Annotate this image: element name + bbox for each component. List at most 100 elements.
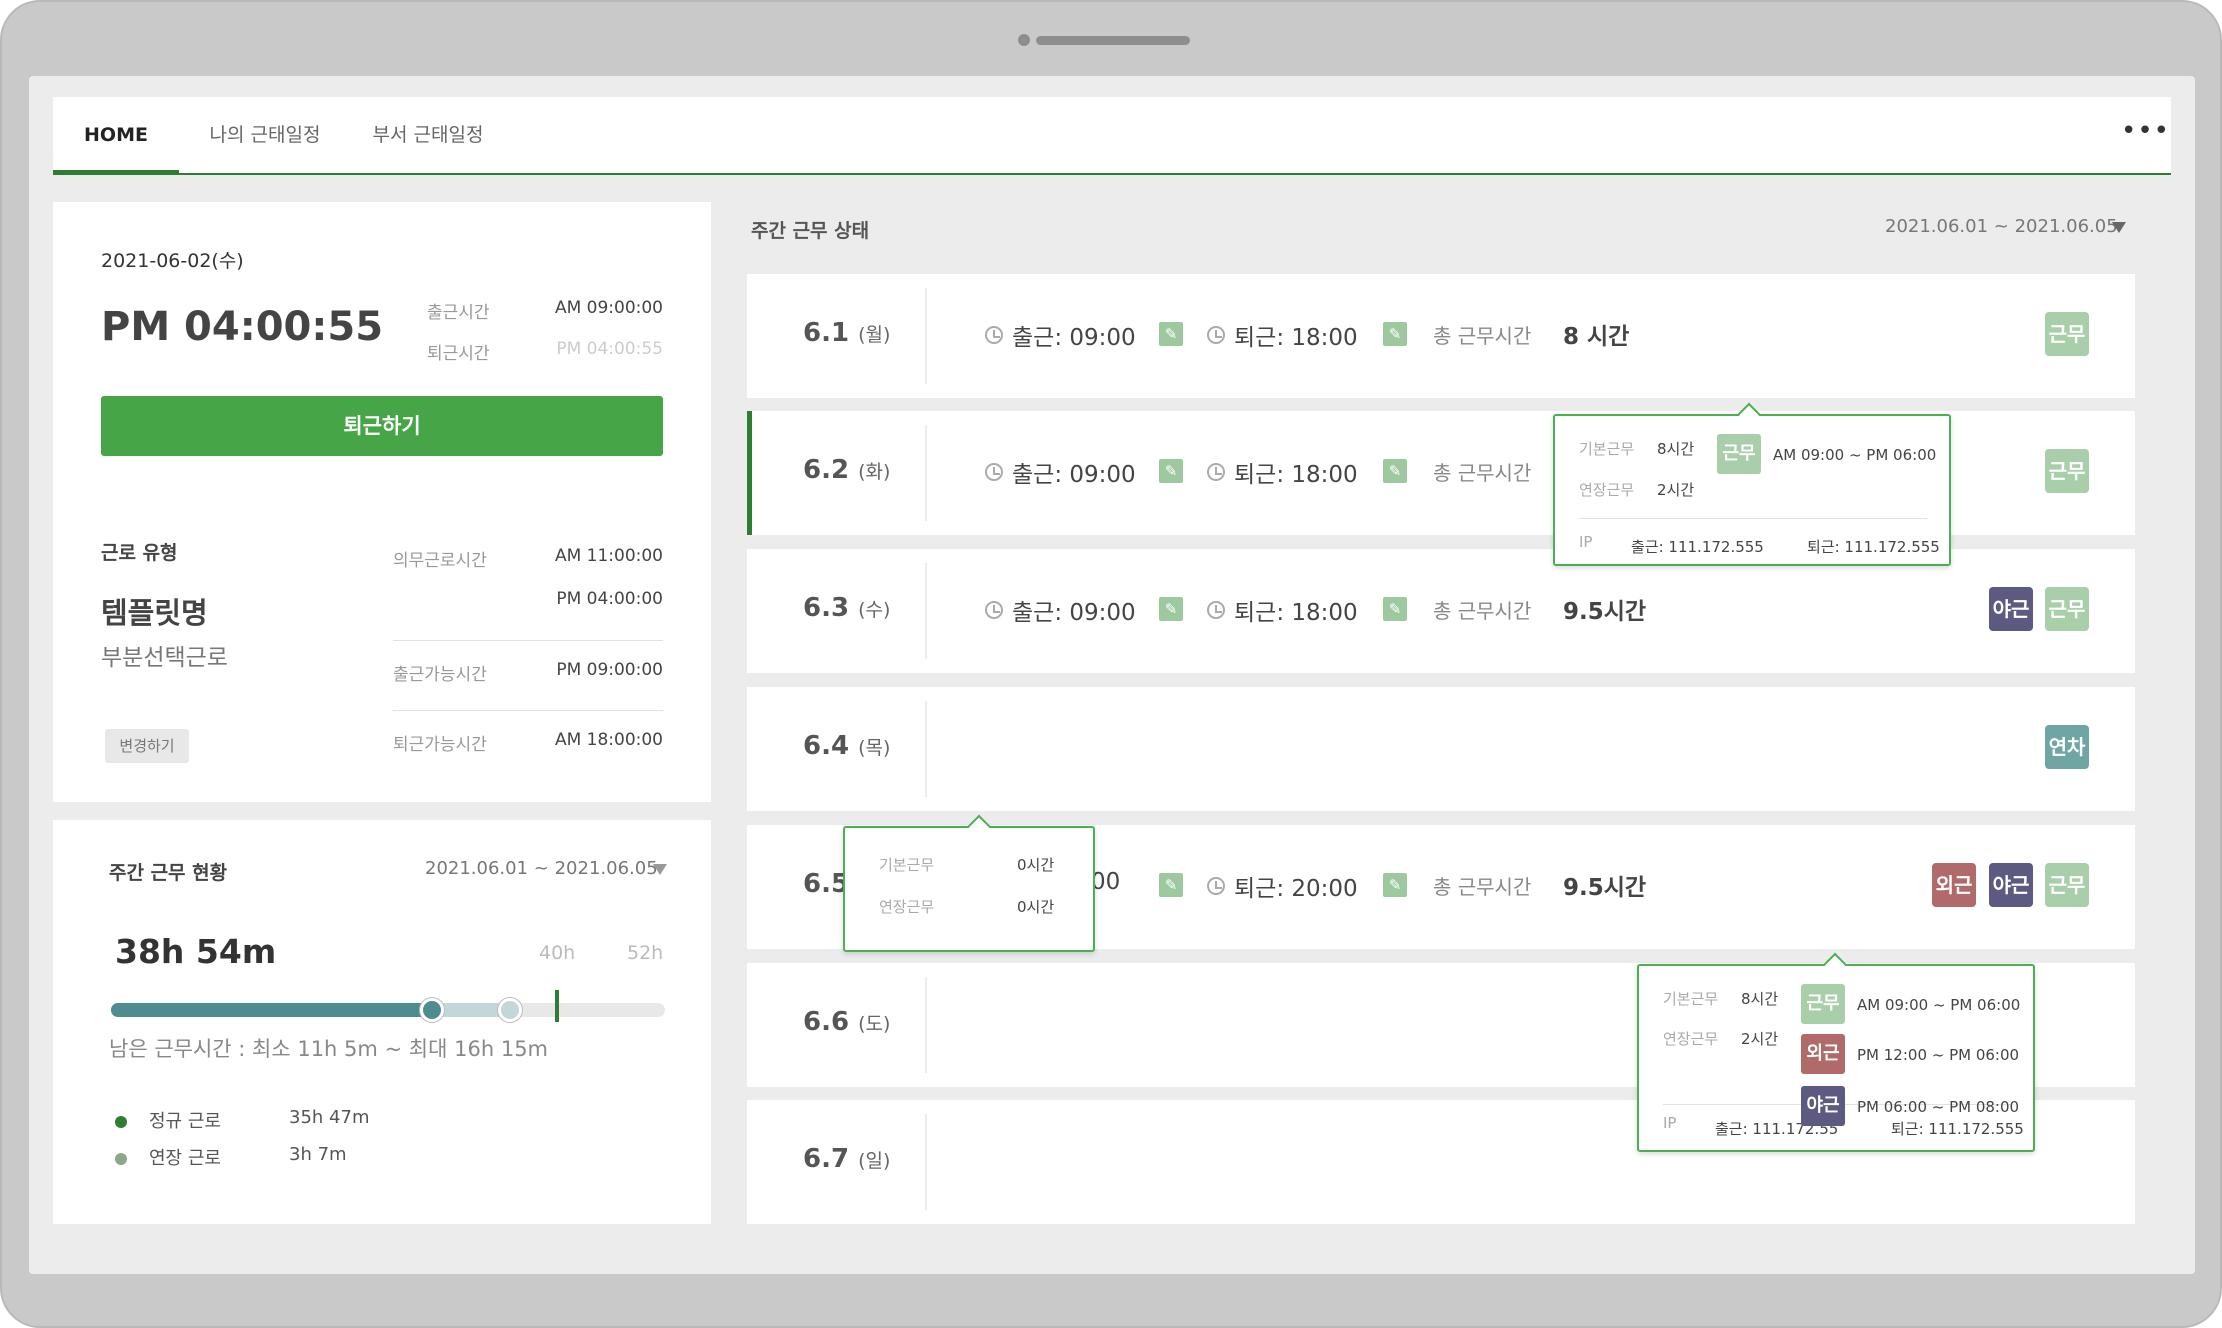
divider bbox=[925, 563, 927, 659]
total-hours-label: 총 근무시간 bbox=[1433, 599, 1532, 623]
weekly-state-title: 주간 근무 상태 bbox=[751, 220, 870, 242]
base-work-value: 8시간 bbox=[1741, 990, 1779, 1008]
checkout-time-label: 퇴근시간 bbox=[427, 344, 490, 364]
work-detail-popover: 기본근무 8시간 연장근무 2시간 근무 AM 09:00 ~ PM 06:00… bbox=[1637, 952, 2035, 1152]
change-button[interactable]: 변경하기 bbox=[105, 729, 189, 763]
weekly-hours-total: 38h 54m bbox=[115, 932, 277, 971]
night-time-range: PM 06:00 ~ PM 08:00 bbox=[1857, 1098, 2020, 1116]
checkin-text-partial: 00 bbox=[1091, 869, 1121, 895]
ip-label: IP bbox=[1579, 533, 1593, 551]
ip-checkout: 퇴근: 111.172.555 bbox=[1891, 1120, 2024, 1138]
checkout-text: 퇴근: 18:00 bbox=[1234, 462, 1358, 488]
caret-down-icon[interactable] bbox=[653, 864, 667, 875]
overtime-work-label: 연장 근로 bbox=[149, 1148, 221, 1169]
divider bbox=[925, 701, 927, 797]
mandatory-end: PM 04:00:00 bbox=[556, 589, 663, 609]
day-row[interactable]: 6.3 (수) 출근: 09:00 ✎ 퇴근: 18:00 ✎ 총 근무시간 9… bbox=[747, 549, 2135, 673]
day-date: 6.4 (목) bbox=[803, 731, 891, 761]
progress-knob-worked[interactable] bbox=[420, 998, 445, 1022]
hours-progress-bar bbox=[111, 1003, 665, 1017]
status-badge-work[interactable]: 근무 bbox=[2045, 863, 2089, 907]
extended-work-value: 0시간 bbox=[1017, 898, 1055, 916]
checkout-text: 퇴근: 20:00 bbox=[1234, 876, 1358, 902]
work-type-title: 근로 유형 bbox=[101, 542, 178, 564]
day-row[interactable]: 6.1 (월) 출근: 09:00 ✎ 퇴근: 18:00 ✎ 총 근무시간 8… bbox=[747, 274, 2135, 398]
edit-icon[interactable]: ✎ bbox=[1159, 597, 1183, 621]
total-hours-label: 총 근무시간 bbox=[1433, 875, 1532, 899]
total-hours-value: 9.5시간 bbox=[1563, 599, 1647, 625]
extended-work-value: 2시간 bbox=[1741, 1030, 1779, 1048]
clock-icon bbox=[985, 601, 1003, 619]
divider bbox=[393, 640, 663, 641]
status-badge-work[interactable]: 근무 bbox=[2045, 449, 2089, 493]
base-work-label: 기본근무 bbox=[879, 856, 935, 874]
tab-home[interactable]: HOME bbox=[53, 97, 179, 175]
ip-label: IP bbox=[1663, 1114, 1677, 1132]
divider bbox=[925, 288, 927, 384]
tab-dept-schedule[interactable]: 부서 근태일정 bbox=[358, 97, 498, 173]
work-summary-popover: 기본근무 0시간 연장근무 0시간 bbox=[843, 814, 1095, 952]
total-hours-label: 총 근무시간 bbox=[1433, 324, 1532, 348]
more-horizontal-icon[interactable]: ••• bbox=[2121, 118, 2169, 144]
edit-icon[interactable]: ✎ bbox=[1383, 459, 1407, 483]
status-badge-night[interactable]: 야근 bbox=[1989, 863, 2033, 907]
checkin-time-label: 출근시간 bbox=[427, 303, 490, 323]
checkout-text: 퇴근: 18:00 bbox=[1234, 600, 1358, 626]
max-hours-mark: 52h bbox=[627, 942, 664, 964]
divider bbox=[925, 425, 927, 521]
divider bbox=[393, 710, 663, 711]
checkin-available-label: 출근가능시간 bbox=[393, 665, 487, 685]
extended-work-value: 2시간 bbox=[1657, 481, 1695, 499]
work-detail-popover: 기본근무 8시간 연장근무 2시간 근무 AM 09:00 ~ PM 06:00… bbox=[1553, 402, 1951, 566]
weekly-status-title: 주간 근무 현황 bbox=[109, 862, 228, 884]
extended-work-label: 연장근무 bbox=[1579, 481, 1635, 499]
edit-icon[interactable]: ✎ bbox=[1159, 873, 1183, 897]
status-badge-work[interactable]: 근무 bbox=[2045, 587, 2089, 631]
status-badge-outside: 외근 bbox=[1801, 1034, 1845, 1074]
clock-icon bbox=[1207, 463, 1225, 481]
app-screen: HOME 나의 근태일정 부서 근태일정 ••• 2021-06-02(수) P… bbox=[29, 76, 2195, 1274]
status-badge-night[interactable]: 야근 bbox=[1989, 587, 2033, 631]
status-badge-outside[interactable]: 외근 bbox=[1932, 863, 1976, 907]
regular-work-dot bbox=[115, 1116, 127, 1128]
checkout-button[interactable]: 퇴근하기 bbox=[101, 396, 663, 456]
edit-icon[interactable]: ✎ bbox=[1159, 322, 1183, 346]
total-hours-value: 8 시간 bbox=[1563, 324, 1630, 350]
work-time-range: AM 09:00 ~ PM 06:00 bbox=[1773, 446, 1937, 464]
work-subtype: 부분선택근로 bbox=[101, 645, 228, 671]
base-work-label: 기본근무 bbox=[1663, 990, 1719, 1008]
edit-icon[interactable]: ✎ bbox=[1383, 873, 1407, 897]
current-date: 2021-06-02(수) bbox=[101, 250, 244, 272]
mandatory-hours-label: 의무근로시간 bbox=[393, 551, 487, 571]
edit-icon[interactable]: ✎ bbox=[1159, 459, 1183, 483]
day-date: 6.7 (일) bbox=[803, 1144, 891, 1174]
work-time-range: AM 09:00 ~ PM 06:00 bbox=[1857, 996, 2021, 1014]
total-hours-value: 9.5시간 bbox=[1563, 875, 1647, 901]
clock-icon bbox=[1207, 877, 1225, 895]
caret-down-icon[interactable] bbox=[2112, 222, 2126, 233]
day-date: 6.6 (도) bbox=[803, 1007, 891, 1037]
extended-work-label: 연장근무 bbox=[879, 898, 935, 916]
status-badge-work: 근무 bbox=[1717, 434, 1761, 474]
extended-work-label: 연장근무 bbox=[1663, 1030, 1719, 1048]
overtime-work-dot bbox=[115, 1153, 127, 1165]
checkin-time-value: AM 09:00:00 bbox=[554, 298, 663, 318]
device-frame: HOME 나의 근태일정 부서 근태일정 ••• 2021-06-02(수) P… bbox=[0, 0, 2222, 1328]
weekly-state-range[interactable]: 2021.06.01 ~ 2021.06.05 bbox=[1885, 216, 2118, 237]
status-badge-night: 야근 bbox=[1801, 1086, 1845, 1126]
tab-bar: HOME 나의 근태일정 부서 근태일정 ••• bbox=[53, 97, 2171, 175]
regular-work-value: 35h 47m bbox=[289, 1107, 370, 1128]
edit-icon[interactable]: ✎ bbox=[1383, 597, 1407, 621]
day-row[interactable]: 6.4 (목) 연차 bbox=[747, 687, 2135, 811]
tab-my-schedule[interactable]: 나의 근태일정 bbox=[195, 97, 335, 173]
status-badge-work: 근무 bbox=[1801, 984, 1845, 1024]
day-date: 6.2 (화) bbox=[803, 455, 891, 485]
checkout-text: 퇴근: 18:00 bbox=[1234, 325, 1358, 351]
overtime-work-value: 3h 7m bbox=[289, 1144, 347, 1165]
checkin-text: 출근: 09:00 bbox=[1012, 325, 1136, 351]
progress-knob-extended[interactable] bbox=[497, 998, 522, 1022]
weekly-status-range[interactable]: 2021.06.01 ~ 2021.06.05 bbox=[425, 858, 658, 879]
edit-icon[interactable]: ✎ bbox=[1383, 322, 1407, 346]
status-badge-leave[interactable]: 연차 bbox=[2045, 725, 2089, 769]
status-badge-work[interactable]: 근무 bbox=[2045, 312, 2089, 356]
